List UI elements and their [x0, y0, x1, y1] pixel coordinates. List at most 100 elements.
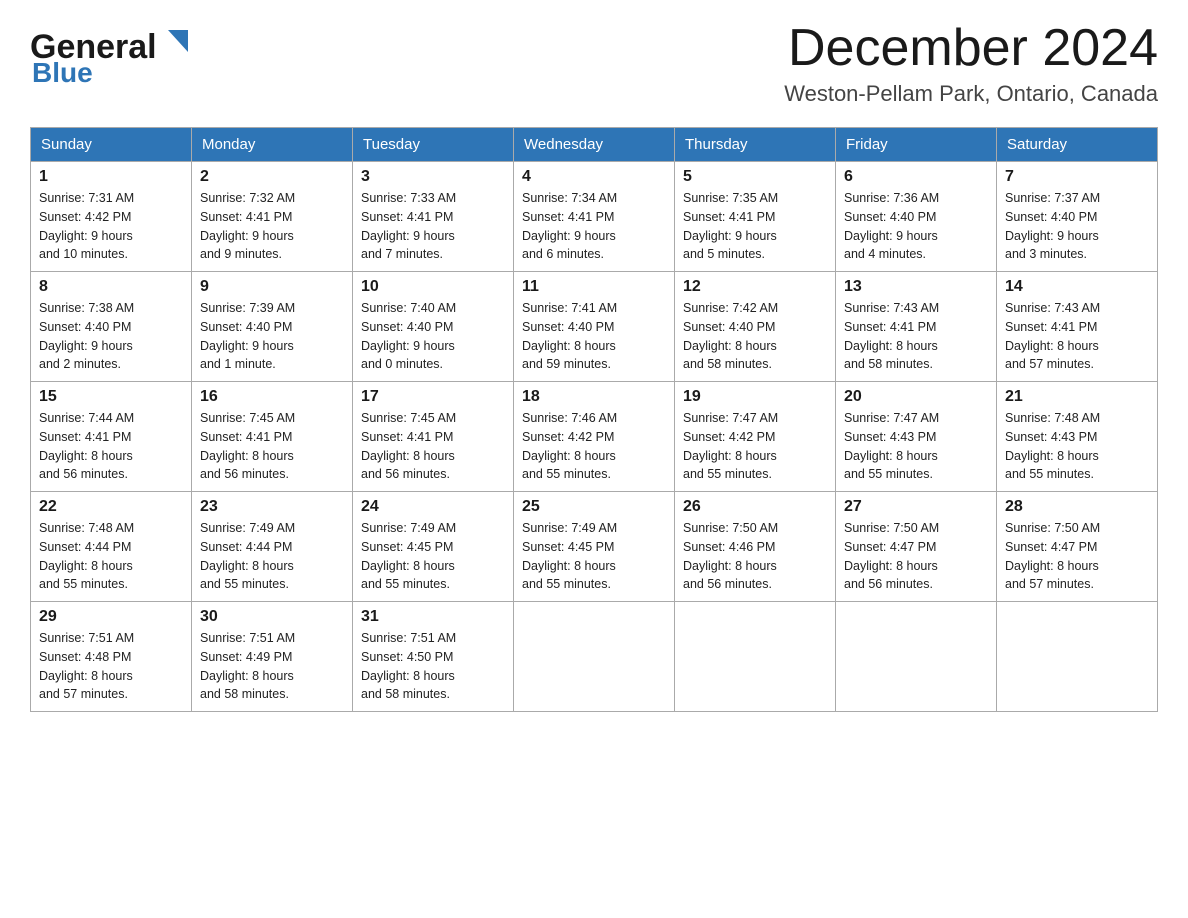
day-info: Sunrise: 7:46 AMSunset: 4:42 PMDaylight:… [522, 409, 666, 484]
day-info: Sunrise: 7:49 AMSunset: 4:45 PMDaylight:… [361, 519, 505, 594]
day-info: Sunrise: 7:47 AMSunset: 4:43 PMDaylight:… [844, 409, 988, 484]
calendar-cell: 8 Sunrise: 7:38 AMSunset: 4:40 PMDaylight… [31, 272, 192, 382]
day-number: 3 [361, 168, 505, 186]
day-info: Sunrise: 7:40 AMSunset: 4:40 PMDaylight:… [361, 299, 505, 374]
day-info: Sunrise: 7:47 AMSunset: 4:42 PMDaylight:… [683, 409, 827, 484]
calendar-cell: 18 Sunrise: 7:46 AMSunset: 4:42 PMDayligh… [514, 382, 675, 492]
calendar-cell [836, 602, 997, 712]
calendar-cell: 6 Sunrise: 7:36 AMSunset: 4:40 PMDaylight… [836, 162, 997, 272]
calendar-week-row: 29 Sunrise: 7:51 AMSunset: 4:48 PMDayligh… [31, 602, 1158, 712]
calendar-cell: 25 Sunrise: 7:49 AMSunset: 4:45 PMDayligh… [514, 492, 675, 602]
day-info: Sunrise: 7:43 AMSunset: 4:41 PMDaylight:… [1005, 299, 1149, 374]
calendar-cell: 20Sunrise: 7:47 AMSunset: 4:43 PMDayligh… [836, 382, 997, 492]
day-info: Sunrise: 7:51 AMSunset: 4:48 PMDaylight:… [39, 629, 183, 704]
calendar-cell: 10 Sunrise: 7:40 AMSunset: 4:40 PMDayligh… [353, 272, 514, 382]
day-info: Sunrise: 7:41 AMSunset: 4:40 PMDaylight:… [522, 299, 666, 374]
day-number: 18 [522, 388, 666, 406]
calendar-cell: 26Sunrise: 7:50 AMSunset: 4:46 PMDayligh… [675, 492, 836, 602]
day-info: Sunrise: 7:34 AMSunset: 4:41 PMDaylight:… [522, 189, 666, 264]
weekday-header-row: SundayMondayTuesdayWednesdayThursdayFrid… [31, 128, 1158, 162]
day-info: Sunrise: 7:51 AMSunset: 4:50 PMDaylight:… [361, 629, 505, 704]
day-info: Sunrise: 7:49 AMSunset: 4:44 PMDaylight:… [200, 519, 344, 594]
day-number: 29 [39, 608, 183, 626]
day-number: 25 [522, 498, 666, 516]
day-number: 24 [361, 498, 505, 516]
day-number: 2 [200, 168, 344, 186]
day-info: Sunrise: 7:38 AMSunset: 4:40 PMDaylight:… [39, 299, 183, 374]
day-number: 15 [39, 388, 183, 406]
location-title: Weston-Pellam Park, Ontario, Canada [784, 81, 1158, 107]
calendar-cell: 14 Sunrise: 7:43 AMSunset: 4:41 PMDayligh… [997, 272, 1158, 382]
calendar-cell: 4 Sunrise: 7:34 AMSunset: 4:41 PMDaylight… [514, 162, 675, 272]
calendar-cell: 23 Sunrise: 7:49 AMSunset: 4:44 PMDayligh… [192, 492, 353, 602]
title-section: December 2024 Weston-Pellam Park, Ontari… [784, 20, 1158, 107]
calendar-week-row: 1Sunrise: 7:31 AMSunset: 4:42 PMDaylight… [31, 162, 1158, 272]
weekday-header-sunday: Sunday [31, 128, 192, 162]
day-number: 16 [200, 388, 344, 406]
day-number: 21 [1005, 388, 1149, 406]
day-number: 9 [200, 278, 344, 296]
logo: General Blue [30, 20, 190, 85]
day-info: Sunrise: 7:50 AMSunset: 4:47 PMDaylight:… [844, 519, 988, 594]
day-number: 22 [39, 498, 183, 516]
day-number: 19 [683, 388, 827, 406]
day-number: 17 [361, 388, 505, 406]
day-info: Sunrise: 7:51 AMSunset: 4:49 PMDaylight:… [200, 629, 344, 704]
calendar-cell: 29 Sunrise: 7:51 AMSunset: 4:48 PMDayligh… [31, 602, 192, 712]
calendar-cell: 12 Sunrise: 7:42 AMSunset: 4:40 PMDayligh… [675, 272, 836, 382]
day-info: Sunrise: 7:48 AMSunset: 4:43 PMDaylight:… [1005, 409, 1149, 484]
day-info: Sunrise: 7:39 AMSunset: 4:40 PMDaylight:… [200, 299, 344, 374]
day-number: 6 [844, 168, 988, 186]
calendar-cell: 27 Sunrise: 7:50 AMSunset: 4:47 PMDayligh… [836, 492, 997, 602]
day-number: 11 [522, 278, 666, 296]
calendar-cell: 21 Sunrise: 7:48 AMSunset: 4:43 PMDayligh… [997, 382, 1158, 492]
calendar-cell [675, 602, 836, 712]
day-number: 4 [522, 168, 666, 186]
weekday-header-tuesday: Tuesday [353, 128, 514, 162]
calendar-cell: 24 Sunrise: 7:49 AMSunset: 4:45 PMDayligh… [353, 492, 514, 602]
calendar-cell [514, 602, 675, 712]
day-number: 8 [39, 278, 183, 296]
calendar-cell: 31 Sunrise: 7:51 AMSunset: 4:50 PMDayligh… [353, 602, 514, 712]
day-number: 13 [844, 278, 988, 296]
month-title: December 2024 [784, 20, 1158, 77]
day-number: 23 [200, 498, 344, 516]
calendar-cell: 16 Sunrise: 7:45 AMSunset: 4:41 PMDayligh… [192, 382, 353, 492]
day-info: Sunrise: 7:50 AMSunset: 4:47 PMDaylight:… [1005, 519, 1149, 594]
day-info: Sunrise: 7:42 AMSunset: 4:40 PMDaylight:… [683, 299, 827, 374]
calendar-cell: 13 Sunrise: 7:43 AMSunset: 4:41 PMDayligh… [836, 272, 997, 382]
day-number: 14 [1005, 278, 1149, 296]
day-number: 27 [844, 498, 988, 516]
weekday-header-saturday: Saturday [997, 128, 1158, 162]
day-number: 30 [200, 608, 344, 626]
day-info: Sunrise: 7:43 AMSunset: 4:41 PMDaylight:… [844, 299, 988, 374]
calendar-cell: 28Sunrise: 7:50 AMSunset: 4:47 PMDayligh… [997, 492, 1158, 602]
day-info: Sunrise: 7:32 AMSunset: 4:41 PMDaylight:… [200, 189, 344, 264]
weekday-header-wednesday: Wednesday [514, 128, 675, 162]
calendar-cell: 3Sunrise: 7:33 AMSunset: 4:41 PMDaylight… [353, 162, 514, 272]
calendar-cell: 2 Sunrise: 7:32 AMSunset: 4:41 PMDaylight… [192, 162, 353, 272]
logo-svg: General Blue [30, 20, 190, 85]
day-number: 12 [683, 278, 827, 296]
calendar-cell: 9 Sunrise: 7:39 AMSunset: 4:40 PMDaylight… [192, 272, 353, 382]
calendar-week-row: 22Sunrise: 7:48 AMSunset: 4:44 PMDayligh… [31, 492, 1158, 602]
calendar-cell: 19 Sunrise: 7:47 AMSunset: 4:42 PMDayligh… [675, 382, 836, 492]
calendar-cell: 22Sunrise: 7:48 AMSunset: 4:44 PMDayligh… [31, 492, 192, 602]
svg-text:Blue: Blue [32, 57, 93, 85]
page-header: General Blue December 2024 Weston-Pellam… [30, 20, 1158, 107]
weekday-header-monday: Monday [192, 128, 353, 162]
day-number: 5 [683, 168, 827, 186]
calendar-cell: 11 Sunrise: 7:41 AMSunset: 4:40 PMDayligh… [514, 272, 675, 382]
calendar-cell: 7Sunrise: 7:37 AMSunset: 4:40 PMDaylight… [997, 162, 1158, 272]
day-info: Sunrise: 7:49 AMSunset: 4:45 PMDaylight:… [522, 519, 666, 594]
calendar-week-row: 15 Sunrise: 7:44 AMSunset: 4:41 PMDayligh… [31, 382, 1158, 492]
calendar-cell: 15 Sunrise: 7:44 AMSunset: 4:41 PMDayligh… [31, 382, 192, 492]
day-info: Sunrise: 7:45 AMSunset: 4:41 PMDaylight:… [200, 409, 344, 484]
calendar-cell: 17Sunrise: 7:45 AMSunset: 4:41 PMDayligh… [353, 382, 514, 492]
day-number: 1 [39, 168, 183, 186]
day-info: Sunrise: 7:44 AMSunset: 4:41 PMDaylight:… [39, 409, 183, 484]
calendar-cell [997, 602, 1158, 712]
day-info: Sunrise: 7:36 AMSunset: 4:40 PMDaylight:… [844, 189, 988, 264]
day-number: 31 [361, 608, 505, 626]
day-number: 10 [361, 278, 505, 296]
